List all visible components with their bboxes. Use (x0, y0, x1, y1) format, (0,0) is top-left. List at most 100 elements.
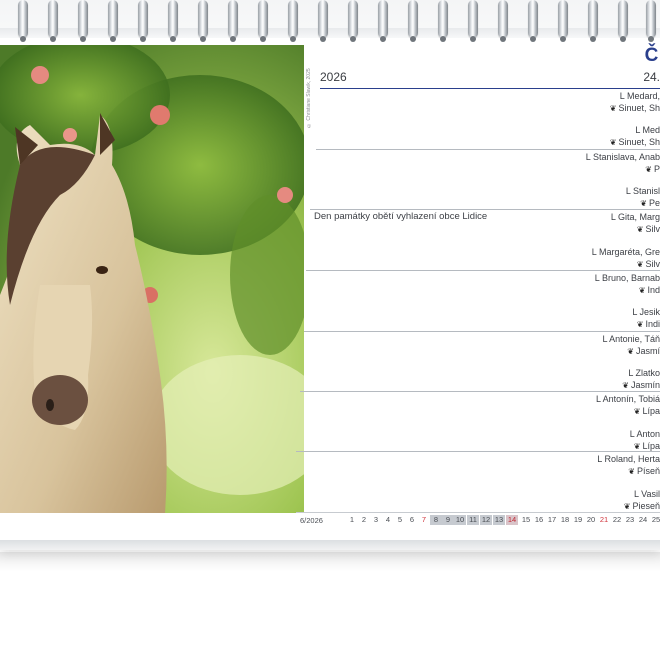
spiral-coil (18, 0, 28, 42)
strip-day: 5 (397, 515, 403, 524)
flower-icon: ❦ (636, 320, 644, 329)
strip-month-label: 6/2026 (300, 516, 323, 525)
year-label: 2026 (320, 70, 347, 84)
flower-line: ❦ Pieseň (623, 501, 660, 511)
name-day-line: L Antonie, Táň (602, 334, 660, 344)
strip-day: 10 (454, 515, 466, 525)
spiral-coil (588, 0, 598, 42)
spiral-coil (558, 0, 568, 42)
spiral-binding (0, 0, 660, 42)
strip-day: 6 (409, 515, 415, 524)
spiral-coil (618, 0, 628, 42)
strip-day: 25 (651, 515, 660, 524)
spiral-coil (438, 0, 448, 42)
spiral-coil (528, 0, 538, 42)
name-day-line: L Stanislava, Anab (585, 152, 660, 162)
flower-line: ❦ Ind (638, 285, 660, 295)
flower-icon: ❦ (636, 225, 644, 234)
day-divider (300, 391, 660, 392)
flower-line: ❦ P (645, 164, 660, 174)
flower-line: ❦ Sinuet, Sh (609, 137, 660, 147)
name-day-line: L Anton (629, 429, 660, 439)
name-day-line: L Medard, (619, 91, 660, 101)
flower-line: ❦ Lípa (633, 441, 660, 451)
day-divider (306, 270, 660, 271)
name-day-line: L Gita, Marg (610, 212, 660, 222)
name-day-line: L Antonín, Tobiá (595, 394, 660, 404)
strip-day: 12 (480, 515, 492, 525)
strip-day: 20 (586, 515, 596, 524)
name-day-line: L Zlatko (628, 368, 660, 378)
board-bottom-edge (0, 540, 660, 550)
spiral-coil (318, 0, 328, 42)
strip-day: 9 (442, 515, 454, 525)
flower-line: ❦ Indi (636, 319, 660, 329)
strip-day: 17 (547, 515, 557, 524)
flower-icon: ❦ (640, 199, 647, 208)
flower-line: ❦ Píseň (628, 466, 660, 476)
spiral-coil (288, 0, 298, 42)
calendar-scene: © Christiane Slawik, 2025 ČE 2026 24. De… (0, 0, 660, 660)
flower-line: ❦ Jasmín (622, 380, 660, 390)
name-day-line: L Med (635, 125, 660, 135)
flower-icon: ❦ (627, 347, 634, 356)
base-shadow (0, 552, 660, 572)
flower-icon: ❦ (622, 381, 629, 390)
strip-day: 14 (506, 515, 518, 525)
strip-day: 1 (349, 515, 355, 524)
spiral-coil (108, 0, 118, 42)
name-day-line: L Roland, Herta (597, 454, 660, 464)
strip-day: 19 (573, 515, 583, 524)
spiral-coil (48, 0, 58, 42)
strip-day: 18 (560, 515, 570, 524)
spiral-coil (78, 0, 88, 42)
day-divider (316, 149, 660, 150)
day-divider (310, 209, 660, 210)
strip-day: 3 (373, 515, 379, 524)
spiral-coil (198, 0, 208, 42)
strip-day: 2 (361, 515, 367, 524)
strip-day: 23 (625, 515, 635, 524)
flower-icon: ❦ (633, 407, 641, 416)
spiral-coil (258, 0, 268, 42)
spiral-coil (408, 0, 418, 42)
spiral-coil (228, 0, 238, 42)
day-divider (296, 451, 660, 452)
horse-illustration (0, 45, 304, 513)
flower-icon: ❦ (628, 467, 635, 476)
strip-day: 22 (612, 515, 622, 524)
day-divider (304, 331, 660, 332)
strip-day: 24 (638, 515, 648, 524)
flower-icon: ❦ (609, 104, 617, 113)
strip-day: 11 (467, 515, 479, 525)
flower-icon: ❦ (609, 138, 617, 147)
week-agenda: ČE 2026 24. Den památky obětí vyhlazení … (296, 45, 660, 515)
week-number: 24. (643, 70, 660, 84)
flower-icon: ❦ (638, 286, 646, 295)
spiral-coil (138, 0, 148, 42)
name-day-line: L Vasil (633, 489, 660, 499)
name-day-line: L Margaréta, Gre (591, 247, 660, 257)
spiral-coil (646, 0, 656, 42)
mini-month-strip: 6/2026 1 2 3 4 5 6 7 8 9 10 11 12 13 14 … (296, 512, 660, 526)
flower-line: ❦ Sinuet, Sh (609, 103, 660, 113)
strip-day: 16 (534, 515, 544, 524)
spiral-coil (498, 0, 508, 42)
month-title: ČE (644, 45, 660, 66)
spiral-coil (378, 0, 388, 42)
strip-day: 15 (521, 515, 531, 524)
strip-day: 8 (430, 515, 442, 525)
flower-icon: ❦ (623, 502, 631, 511)
flower-line: ❦ Pe (640, 198, 660, 208)
name-day-line: L Bruno, Barnab (594, 273, 660, 283)
strip-day: 13 (493, 515, 505, 525)
name-day-line: L Stanisl (625, 186, 660, 196)
name-day-line: L Jesik (632, 307, 660, 317)
spiral-coil (168, 0, 178, 42)
horse-photo (0, 45, 304, 513)
strip-day: 21 (599, 515, 609, 524)
flower-icon: ❦ (645, 165, 652, 174)
flower-line: ❦ Silv (636, 259, 660, 269)
spiral-coil (468, 0, 478, 42)
flower-icon: ❦ (636, 260, 644, 269)
